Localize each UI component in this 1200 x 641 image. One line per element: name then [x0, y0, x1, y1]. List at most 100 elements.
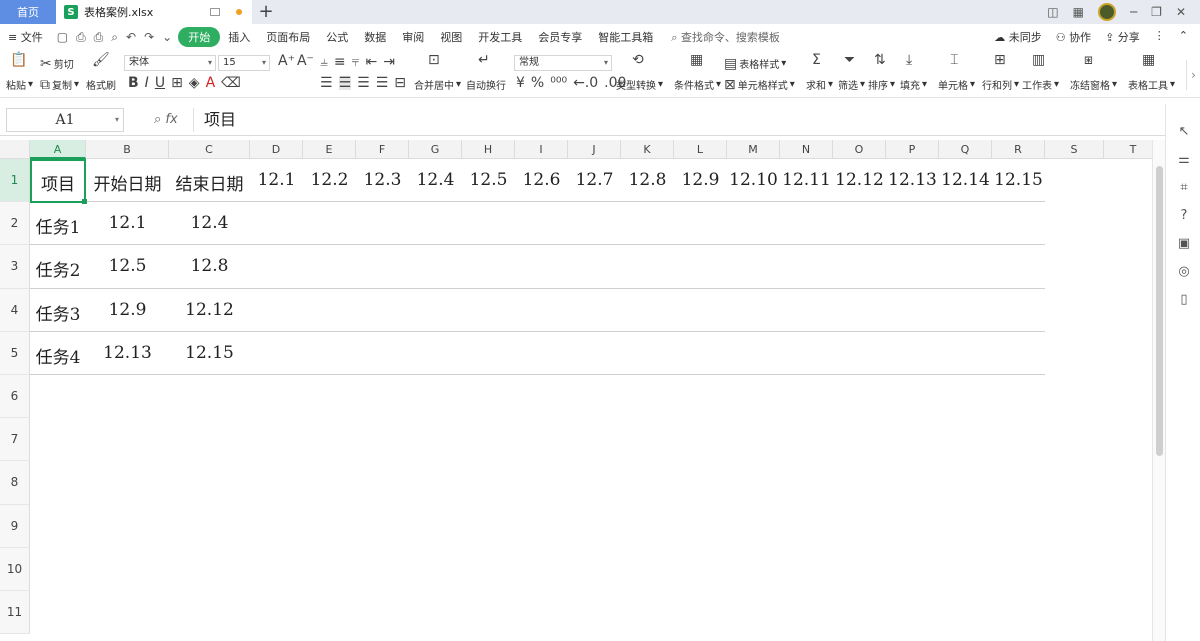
align-middle-icon[interactable]: ≡	[334, 55, 346, 69]
fill-button[interactable]: 填充 ▾	[900, 77, 927, 92]
cell-k1[interactable]: 12.8	[621, 170, 674, 190]
tab-start[interactable]: 开始	[178, 27, 221, 47]
column-header-p[interactable]: P	[886, 140, 939, 159]
paste-button[interactable]: 粘贴 ▾	[6, 77, 33, 92]
cell-h1[interactable]: 12.5	[462, 170, 515, 190]
filter-button[interactable]: 筛选 ▾	[838, 77, 865, 92]
table-grid-icon[interactable]: ▦	[690, 53, 703, 67]
wrap-text-button[interactable]: 自动换行	[466, 77, 506, 92]
convert-icon[interactable]: ⟲	[632, 53, 644, 67]
tab-view[interactable]: 视图	[432, 29, 470, 45]
indent-decrease-icon[interactable]: ⇤	[366, 55, 378, 69]
copy-button[interactable]: ⧉ 复制 ▾	[40, 77, 79, 93]
cell-a5[interactable]: 任务4	[30, 343, 86, 368]
cell-b5[interactable]: 12.13	[86, 343, 169, 363]
column-header-r[interactable]: R	[992, 140, 1045, 159]
increase-decimal-icon[interactable]: ←.0	[573, 76, 598, 90]
merge-center-button[interactable]: 合并居中 ▾	[414, 77, 461, 92]
align-center-icon[interactable]: ☰	[338, 76, 352, 90]
tab-data[interactable]: 数据	[356, 29, 394, 45]
italic-icon[interactable]: I	[145, 76, 149, 90]
monitor-icon[interactable]	[210, 8, 220, 16]
cell-button[interactable]: 单元格 ▾	[938, 77, 975, 92]
currency-icon[interactable]: ¥	[516, 76, 525, 90]
column-header-q[interactable]: Q	[939, 140, 992, 159]
row-header-4[interactable]: 4	[0, 288, 30, 332]
tab-document[interactable]: S 表格案例.xlsx	[56, 0, 252, 24]
cell-a4[interactable]: 任务3	[30, 300, 86, 325]
cell-a3[interactable]: 任务2	[30, 256, 86, 281]
fill-icon[interactable]: ⤓	[906, 53, 912, 67]
cell-b2[interactable]: 12.1	[86, 213, 169, 233]
cell-b4[interactable]: 12.9	[86, 300, 169, 320]
tab-developer[interactable]: 开发工具	[470, 29, 530, 45]
worksheet-icon[interactable]: ▥	[1032, 53, 1045, 67]
worksheet-button[interactable]: 工作表 ▾	[1022, 77, 1059, 92]
font-size-select[interactable]: 15 ▾	[218, 55, 270, 71]
tab-formulas[interactable]: 公式	[318, 29, 356, 45]
avatar[interactable]	[1097, 3, 1116, 21]
column-header-g[interactable]: G	[409, 140, 462, 159]
freeze-panes-button[interactable]: 冻结窗格 ▾	[1070, 77, 1117, 92]
row-header-10[interactable]: 10	[0, 547, 30, 591]
row-header-5[interactable]: 5	[0, 331, 30, 375]
cell-style-button[interactable]: ⊠ 单元格样式 ▾	[724, 77, 795, 93]
number-format-select[interactable]: 常规 ▾	[514, 55, 612, 71]
crop-icon[interactable]: ⌗	[1176, 180, 1192, 196]
cell-b3[interactable]: 12.5	[86, 256, 169, 276]
minimize-icon[interactable]: ─	[1130, 5, 1137, 19]
print-icon[interactable]: ⎙	[94, 30, 104, 45]
cell-a2[interactable]: 任务1	[30, 213, 86, 238]
restore-icon[interactable]: ❐	[1151, 5, 1162, 19]
column-header-s[interactable]: S	[1045, 140, 1104, 159]
column-header-l[interactable]: L	[674, 140, 727, 159]
close-icon[interactable]: ✕	[1176, 5, 1186, 19]
print-preview-icon[interactable]: ⌕	[111, 30, 118, 45]
cell-c4[interactable]: 12.12	[169, 300, 250, 320]
bold-icon[interactable]: B	[128, 76, 139, 90]
grid-icon[interactable]: ▦	[1073, 5, 1084, 19]
save-icon[interactable]: ▢	[57, 30, 68, 45]
export-pdf-icon[interactable]: ⎙	[76, 30, 86, 45]
brush-icon[interactable]: 🖌	[92, 53, 110, 67]
tab-page-layout[interactable]: 页面布局	[258, 29, 318, 45]
cell-n1[interactable]: 12.11	[780, 170, 833, 190]
table-style-button[interactable]: ▤ 表格样式 ▾	[724, 56, 786, 72]
justify-icon[interactable]: ☰	[376, 76, 389, 90]
formula-input[interactable]: 项目	[193, 108, 1163, 132]
freeze-icon[interactable]: ⧆	[1084, 53, 1093, 67]
align-right-icon[interactable]: ☰	[357, 76, 370, 90]
column-header-f[interactable]: F	[356, 140, 409, 159]
thousands-icon[interactable]: ⁰⁰⁰	[550, 76, 567, 90]
select-pointer-icon[interactable]: ↖	[1176, 124, 1192, 140]
table-tools-icon[interactable]: ▦	[1142, 53, 1155, 67]
sum-button[interactable]: 求和 ▾	[806, 77, 833, 92]
table-tools-button[interactable]: 表格工具 ▾	[1128, 77, 1175, 92]
percent-icon[interactable]: %	[531, 76, 544, 90]
row-header-9[interactable]: 9	[0, 504, 30, 548]
row-header-11[interactable]: 11	[0, 591, 30, 635]
indent-increase-icon[interactable]: ⇥	[383, 55, 395, 69]
ribbon-scroll-right-icon[interactable]: ›	[1186, 60, 1200, 90]
customize-chevron-icon[interactable]: ⌄	[162, 30, 172, 45]
fill-color-icon[interactable]: ◈	[189, 76, 200, 90]
wrap-icon[interactable]: ↵	[478, 53, 490, 67]
conditional-format-button[interactable]: 条件格式 ▾	[674, 77, 721, 92]
cell-j1[interactable]: 12.7	[568, 170, 621, 190]
help-icon[interactable]: ?	[1176, 208, 1192, 224]
cell-c5[interactable]: 12.15	[169, 343, 250, 363]
column-header-b[interactable]: B	[86, 140, 169, 159]
image-icon[interactable]: ▣	[1176, 236, 1192, 252]
tab-home[interactable]: 首页	[0, 0, 56, 24]
cell-f1[interactable]: 12.3	[356, 170, 409, 190]
cell-c2[interactable]: 12.4	[169, 213, 250, 233]
column-header-j[interactable]: J	[568, 140, 621, 159]
column-header-e[interactable]: E	[303, 140, 356, 159]
column-header-c[interactable]: C	[169, 140, 250, 159]
row-header-3[interactable]: 3	[0, 245, 30, 289]
vertical-scrollbar[interactable]	[1152, 140, 1165, 641]
align-top-icon[interactable]: ⫨	[320, 55, 328, 69]
column-header-t[interactable]: T	[1104, 140, 1152, 159]
tab-review[interactable]: 审阅	[394, 29, 432, 45]
border-icon[interactable]: ⊞	[171, 76, 183, 90]
